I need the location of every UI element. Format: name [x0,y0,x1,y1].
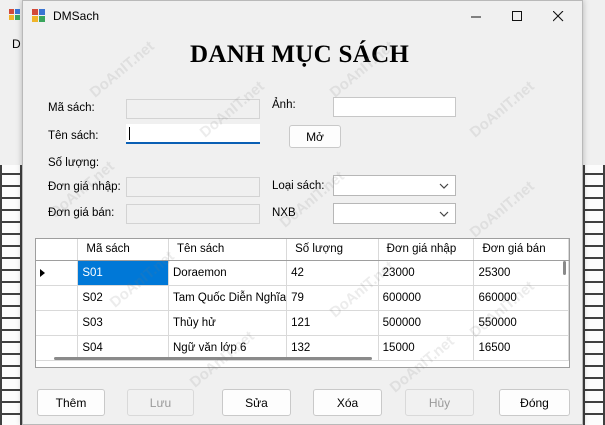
background-illustration-right [583,165,605,425]
row-header-corner [36,239,79,261]
anh-label: Ảnh: [272,99,296,111]
app-icon [32,9,45,22]
row-header[interactable] [36,285,79,311]
table-cell[interactable]: 42 [286,260,379,286]
dong-button[interactable]: Đóng [499,389,570,416]
column-header-ten-sach[interactable]: Tên sách [168,239,288,261]
page-title: DANH MỤC SÁCH [190,41,410,68]
loai-sach-label: Loại sách: [272,180,325,192]
don-gia-nhap-label: Đơn giá nhập: [48,181,121,193]
close-button[interactable] [539,1,577,31]
dmsach-window: DMSach DANH MỤC SÁCH Mã sách: Tên sách: … [9,0,583,425]
background-menu-stub: D [12,37,21,51]
table-cell[interactable]: Tam Quốc Diễn Nghĩa [168,285,288,311]
table-cell[interactable]: 23000 [378,260,475,286]
anh-field[interactable] [333,97,456,117]
don-gia-ban-label: Đơn giá bán: [48,207,115,219]
table-cell[interactable]: S01 [77,260,169,286]
column-header-so-luong[interactable]: Số lượng [286,239,379,261]
nxb-combo[interactable] [333,203,456,224]
vertical-scrollbar[interactable] [563,261,566,275]
title-bar: DMSach [1,1,605,31]
table-cell[interactable]: S02 [77,285,169,311]
chevron-down-icon [439,183,449,189]
background-illustration-left [0,165,22,425]
table-row[interactable]: S03 Thủy hử 121 500000 550000 [36,310,569,336]
horizontal-scrollbar[interactable] [54,357,372,360]
nxb-label: NXB [272,207,296,219]
table-cell[interactable]: 500000 [378,310,475,336]
loai-sach-combo[interactable] [333,175,456,196]
luu-button[interactable]: Lưu [127,389,194,416]
table-row[interactable]: S01 Doraemon 42 23000 25300 [36,260,569,286]
them-button[interactable]: Thêm [37,389,105,416]
column-header-don-gia-ban[interactable]: Đơn giá bán [473,239,569,261]
row-header[interactable] [36,260,79,286]
table-row[interactable]: S02 Tam Quốc Diễn Nghĩa 79 600000 660000 [36,285,569,311]
close-icon [552,10,563,21]
table-cell[interactable]: 16500 [473,335,569,361]
table-cell[interactable]: 25300 [473,260,569,286]
minimize-icon [470,16,481,17]
table-cell[interactable]: Doraemon [168,260,288,286]
books-table: Mã sách Tên sách Số lượng Đơn giá nhập Đ… [36,239,569,361]
huy-button[interactable]: Hủy [405,389,474,416]
ma-sach-label: Mã sách: [48,102,95,114]
column-header-don-gia-nhap[interactable]: Đơn giá nhập [378,239,475,261]
xoa-button[interactable]: Xóa [313,389,382,416]
chevron-down-icon [439,211,449,217]
watermark: DoAnIT.net [466,77,538,142]
window-title: DMSach [53,9,100,23]
so-luong-field[interactable] [126,151,260,171]
books-grid[interactable]: Mã sách Tên sách Số lượng Đơn giá nhập Đ… [35,238,570,368]
don-gia-ban-field[interactable] [126,204,260,224]
column-header-ma-sach[interactable]: Mã sách [77,239,169,261]
ten-sach-field[interactable] [126,124,260,144]
watermark: DoAnIT.net [86,37,158,102]
mo-button[interactable]: Mở [289,125,341,148]
table-cell[interactable]: 550000 [473,310,569,336]
don-gia-nhap-field[interactable] [126,177,260,197]
row-header[interactable] [36,310,79,336]
table-cell[interactable]: Thủy hử [168,310,288,336]
sua-button[interactable]: Sửa [222,389,291,416]
ten-sach-label: Tên sách: [48,130,99,142]
watermark: DoAnIT.net [466,177,538,242]
ma-sach-field[interactable] [126,99,260,119]
table-cell[interactable]: 121 [286,310,379,336]
so-luong-label: Số lượng: [48,157,100,169]
background-app-icon [9,9,20,20]
text-caret [129,127,130,140]
table-cell[interactable]: 600000 [378,285,475,311]
maximize-button[interactable] [498,1,536,31]
table-cell[interactable]: 15000 [378,335,475,361]
grid-header-row: Mã sách Tên sách Số lượng Đơn giá nhập Đ… [36,239,569,261]
minimize-button[interactable] [457,1,495,31]
table-cell[interactable]: S03 [77,310,169,336]
table-cell[interactable]: 660000 [473,285,569,311]
row-pointer-icon [40,268,45,277]
table-cell[interactable]: 79 [286,285,379,311]
maximize-icon [511,10,522,21]
